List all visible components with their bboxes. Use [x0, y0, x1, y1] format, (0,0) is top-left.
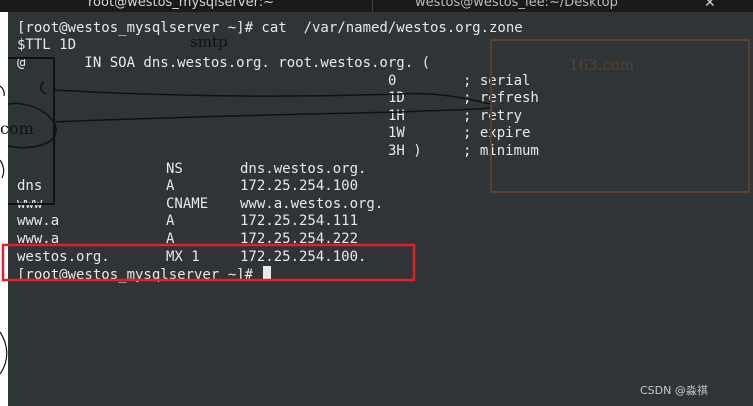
- soa-comment: ; minimum: [463, 143, 539, 159]
- ttl-line: $TTL 1D: [17, 37, 77, 53]
- record-type: NS: [166, 161, 183, 177]
- record-dns-line: dns A 172.25.254.100: [17, 178, 358, 195]
- record-type: A: [166, 178, 175, 194]
- record-name: www: [17, 196, 43, 212]
- record-name: www.a: [17, 231, 60, 247]
- record-name: www.a: [17, 213, 60, 229]
- record-ns-line: NS dns.westos.org.: [17, 161, 366, 178]
- soa-value: 1H: [388, 108, 405, 124]
- shell-prompt: [root@westos_mysqlserver ~]#: [17, 267, 262, 283]
- soa-minimum-line: 3H ) ; minimum: [17, 143, 539, 160]
- tab-root-mysqlserver[interactable]: root@westos_mysqlserver:~: [88, 0, 274, 12]
- screenshot-page: root@westos_mysqlserver:~ westos@westos_…: [0, 0, 753, 406]
- annotation-tick-2: [0, 159, 5, 179]
- record-value: 172.25.254.100.: [240, 249, 367, 265]
- prompt-line[interactable]: [root@westos_mysqlserver ~]#: [17, 266, 272, 283]
- record-type: A: [166, 231, 175, 247]
- soa-comment: ; serial: [463, 73, 531, 89]
- annotation-tick-3: [0, 331, 8, 375]
- soa-value: 3H ): [388, 143, 422, 159]
- annotation-tick-1: [0, 85, 5, 97]
- record-name: westos.org.: [17, 249, 110, 265]
- tab-separator: [372, 0, 373, 12]
- left-margin: [0, 12, 8, 406]
- record-value: 172.25.254.111: [240, 213, 359, 229]
- record-www-a-111-line: www.a A 172.25.254.111: [17, 213, 358, 230]
- soa-value: 1W: [388, 125, 405, 141]
- record-www-a-222-line: www.a A 172.25.254.222: [17, 231, 358, 248]
- record-value: 172.25.254.222: [240, 231, 359, 247]
- record-www-line: www CNAME www.a.westos.org.: [17, 196, 383, 213]
- soa-comment: ; retry: [463, 108, 523, 124]
- record-type: MX 1: [166, 249, 200, 265]
- soa-value: 1D: [388, 90, 405, 106]
- record-type: A: [166, 213, 175, 229]
- annotation-com: com: [0, 119, 34, 138]
- soa-comment: ; refresh: [463, 90, 539, 106]
- terminal-tab-bar: root@westos_mysqlserver:~ westos@westos_…: [0, 0, 753, 12]
- soa-comment: ; expire: [463, 125, 531, 141]
- close-tab-icon[interactable]: ✕: [704, 0, 716, 11]
- csdn-watermark: CSDN @淼祺: [640, 384, 708, 397]
- soa-value: 0: [388, 73, 397, 89]
- record-mx-line: westos.org. MX 1 172.25.254.100.: [17, 249, 366, 266]
- text-cursor: [263, 266, 272, 281]
- soa-refresh-line: 1D ; refresh: [17, 90, 539, 107]
- record-value: dns.westos.org.: [240, 161, 367, 177]
- record-value: www.a.westos.org.: [240, 196, 384, 212]
- record-type: CNAME: [166, 196, 209, 212]
- annotation-163-com: 163.com: [569, 56, 635, 74]
- soa-serial-line: 0 ; serial: [17, 73, 530, 90]
- record-value: 172.25.254.100: [240, 178, 359, 194]
- terminal-output[interactable]: [root@westos_mysqlserver ~]# cat /var/na…: [8, 12, 753, 406]
- tab-westos-desktop[interactable]: westos@westos_lee:~/Desktop: [415, 0, 618, 12]
- annotation-smtp: smtp: [190, 33, 228, 51]
- record-name: dns: [17, 178, 43, 194]
- command-line: [root@westos_mysqlserver ~]# cat /var/na…: [17, 20, 523, 36]
- soa-line: @ IN SOA dns.westos.org. root.westos.org…: [17, 55, 431, 71]
